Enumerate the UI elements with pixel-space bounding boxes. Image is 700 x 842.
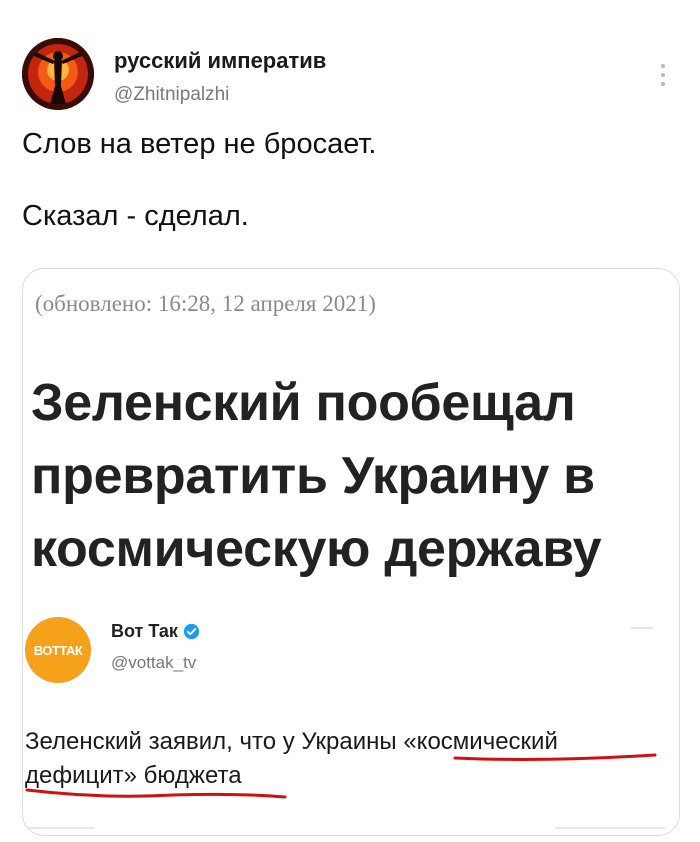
card-bottom-divider — [555, 827, 665, 829]
tweet-text: Слов на ветер не бросает. Сказал - сдела… — [22, 126, 377, 234]
headline-line: Зеленский пообещал — [31, 374, 576, 432]
card-bottom-divider — [23, 827, 95, 829]
article-headline: Зеленский пообещал превратить Украину в … — [31, 367, 679, 586]
tweet-header: русский императив @Zhitnipalzhi — [22, 38, 682, 118]
avatar-image — [22, 38, 94, 110]
embed-text-highlight: дефицит» бюджета — [25, 762, 242, 789]
user-handle[interactable]: @Zhitnipalzhi — [114, 84, 229, 106]
tweet-text-line: Слов на ветер не бросает. — [22, 128, 377, 160]
media-image-card[interactable]: (обновлено: 16:28, 12 апреля 2021) Зелен… — [22, 268, 680, 836]
avatar[interactable] — [22, 38, 94, 110]
embed-name-text: Вот Так — [111, 621, 178, 641]
tweet-text-line: Сказал - сделал. — [22, 200, 249, 232]
embed-text: Зеленский заявил, что у Украины «космиче… — [25, 725, 675, 793]
embed-text-plain: Зеленский заявил, что у Украины — [25, 728, 404, 755]
embed-text-highlight: «космический — [403, 728, 558, 755]
verified-badge-icon — [183, 623, 200, 640]
more-vertical-icon[interactable] — [656, 64, 670, 96]
updated-timestamp: (обновлено: 16:28, 12 апреля 2021) — [35, 291, 376, 316]
embed-handle: @vottak_tv — [111, 653, 197, 672]
embed-divider — [631, 627, 653, 629]
headline-line: превратить Украину в — [31, 447, 595, 505]
headline-line: космическую державу — [31, 520, 602, 578]
display-name[interactable]: русский императив — [114, 48, 326, 74]
embed-display-name: Вот Так — [111, 621, 200, 642]
embed-avatar: ВОТТАК — [25, 617, 91, 683]
